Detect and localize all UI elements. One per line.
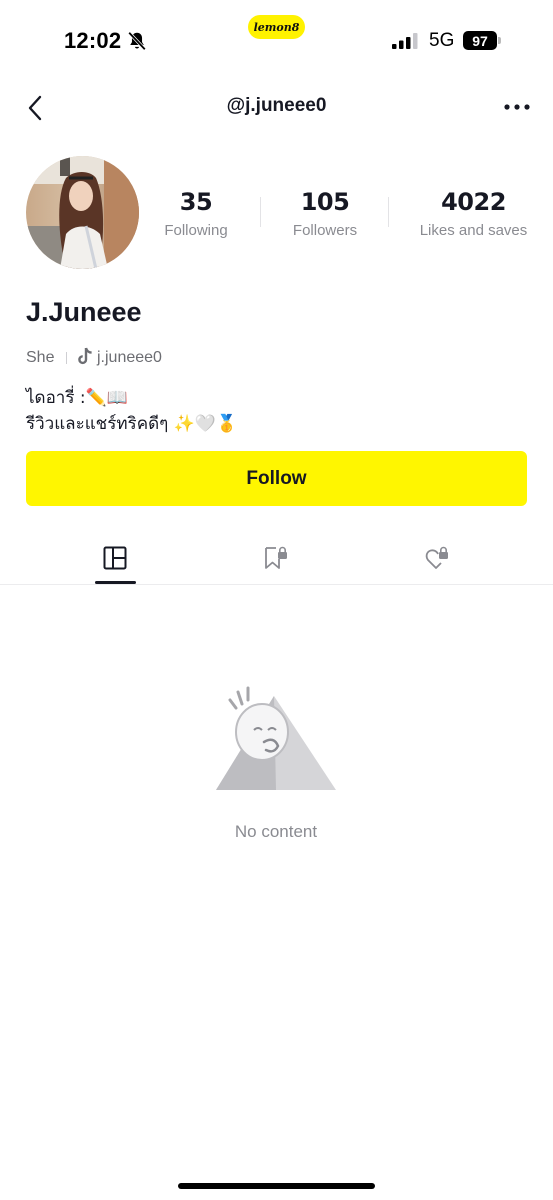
posts-grid-icon (103, 546, 127, 570)
meta-divider (66, 352, 67, 364)
tab-liked[interactable] (417, 540, 457, 576)
avatar-photo (26, 156, 139, 269)
more-horizontal-icon[interactable] (503, 101, 531, 113)
linked-account-handle[interactable]: j.juneee0 (97, 349, 162, 367)
liked-locked-icon (425, 546, 448, 569)
bio-line-2: รีวิวและแชร์ทริคดีๆ ✨🤍🥇 (26, 414, 238, 434)
display-name: J.Juneee (26, 297, 142, 327)
avatar[interactable] (26, 156, 139, 269)
bell-muted-icon (128, 31, 146, 51)
pronoun-label: She (26, 349, 55, 366)
battery-level: 97 (463, 31, 497, 50)
battery-tip (498, 37, 501, 44)
empty-state-text: No content (234, 822, 318, 841)
home-indicator[interactable] (178, 1183, 375, 1189)
tab-posts[interactable] (95, 540, 135, 576)
stat-divider (260, 197, 261, 227)
saved-locked-icon (265, 546, 287, 569)
likes-saves-label[interactable]: Likes and saves (408, 222, 539, 239)
tiktok-icon[interactable] (77, 347, 94, 366)
lemon8-logo: lemon8 (248, 15, 305, 39)
tabs-divider (0, 584, 553, 585)
follow-button[interactable]: Follow (26, 451, 527, 506)
stat-divider (388, 197, 389, 227)
followers-count[interactable]: 105 (270, 188, 380, 216)
following-label[interactable]: Following (150, 222, 242, 239)
no-content-illustration (216, 686, 336, 790)
chevron-left-icon[interactable] (24, 94, 48, 122)
following-count[interactable]: 35 (150, 188, 242, 216)
bio-line-1: ไดอารี่ :✏️📖 (26, 388, 128, 408)
network-type: 5G (429, 30, 455, 51)
likes-saves-count[interactable]: 4022 (408, 188, 539, 216)
page-title: @j.juneee0 (226, 95, 327, 116)
followers-label[interactable]: Followers (270, 222, 380, 239)
status-time: 12:02 (64, 28, 122, 53)
tab-saved[interactable] (256, 540, 296, 576)
cellular-signal-icon (392, 33, 418, 49)
